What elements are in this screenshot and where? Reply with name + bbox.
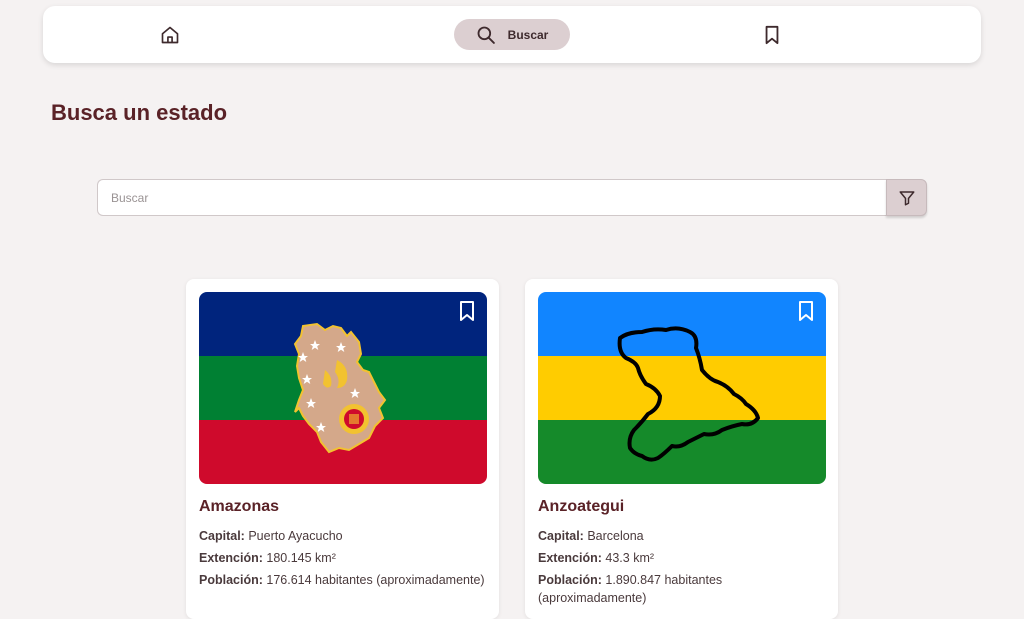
search-bar	[97, 179, 927, 216]
state-card-amazonas[interactable]: Amazonas Capital: Puerto Ayacucho Extenc…	[186, 279, 499, 619]
capital-value: Puerto Ayacucho	[248, 529, 343, 543]
population-value: 176.614 habitantes (aproximadamente)	[266, 573, 485, 587]
amazonas-flag-image	[199, 292, 487, 484]
population-label: Población:	[538, 573, 602, 587]
filter-button[interactable]	[886, 179, 927, 216]
top-navigation: Buscar	[43, 6, 981, 63]
state-name: Anzoategui	[538, 498, 625, 515]
nav-search-label: Buscar	[507, 27, 549, 42]
anzoategui-flag-image	[538, 292, 826, 484]
bookmark-button-amazonas[interactable]	[457, 300, 477, 322]
search-icon	[477, 26, 495, 44]
capital-row: Capital: Barcelona	[538, 525, 828, 547]
page-title: Busca un estado	[51, 100, 228, 125]
population-row: Población: 1.890.847 habitantes (aproxim…	[538, 569, 828, 607]
capital-row: Capital: Puerto Ayacucho	[199, 525, 489, 547]
population-label: Población:	[199, 573, 263, 587]
extension-value: 43.3 km²	[605, 551, 655, 565]
extension-label: Extención:	[538, 551, 602, 565]
home-icon	[161, 26, 179, 43]
flag-anzoategui	[538, 292, 826, 484]
nav-search-button[interactable]: Buscar	[454, 19, 570, 50]
capital-value: Barcelona	[587, 529, 644, 543]
bookmark-icon	[765, 25, 779, 44]
filter-icon	[899, 190, 914, 205]
search-input[interactable]	[97, 179, 886, 216]
population-row: Población: 176.614 habitantes (aproximad…	[199, 569, 489, 589]
state-info: Capital: Barcelona Extención: 43.3 km² P…	[538, 525, 828, 607]
extension-value: 180.145 km²	[266, 551, 336, 565]
nav-home-button[interactable]	[155, 19, 185, 50]
nav-saved-button[interactable]	[757, 19, 787, 50]
state-name: Amazonas	[199, 498, 280, 515]
extension-row: Extención: 43.3 km²	[538, 547, 828, 569]
state-card-anzoategui[interactable]: Anzoategui Capital: Barcelona Extención:…	[525, 279, 838, 619]
capital-label: Capital:	[199, 529, 245, 543]
flag-amazonas	[199, 292, 487, 484]
capital-label: Capital:	[538, 529, 584, 543]
bookmark-button-anzoategui[interactable]	[796, 300, 816, 322]
state-info: Capital: Puerto Ayacucho Extención: 180.…	[199, 525, 489, 589]
extension-row: Extención: 180.145 km²	[199, 547, 489, 569]
extension-label: Extención:	[199, 551, 263, 565]
